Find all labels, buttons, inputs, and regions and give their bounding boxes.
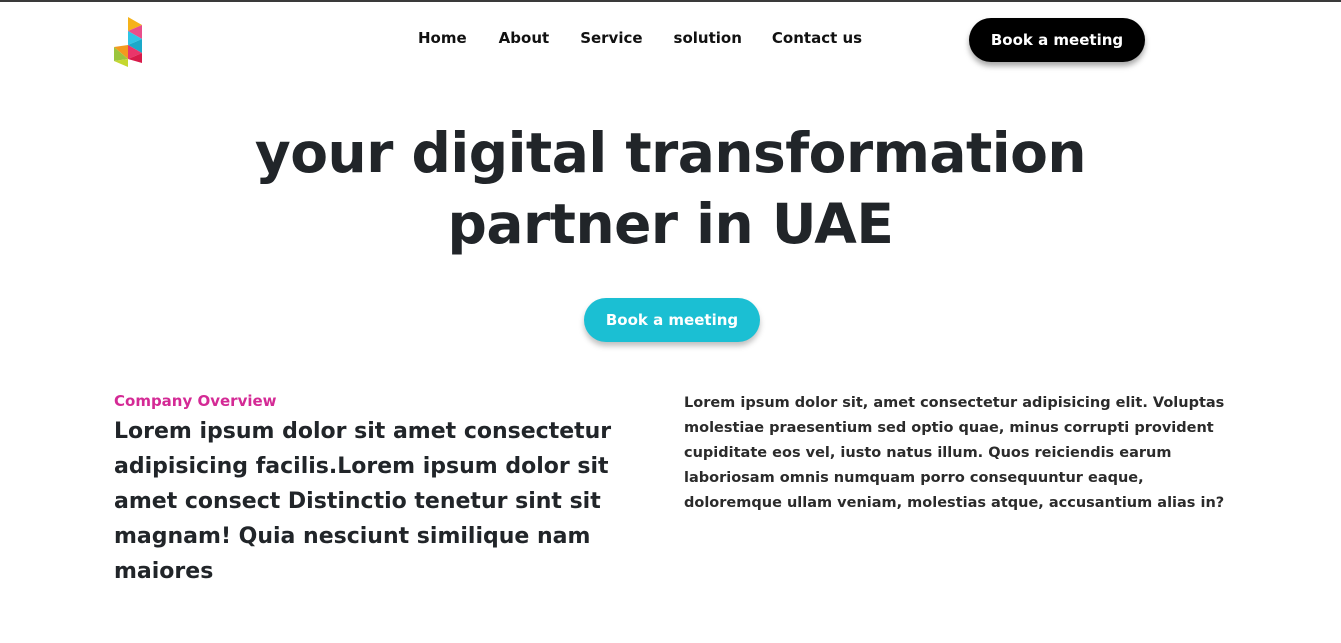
header-book-meeting-button[interactable]: Book a meeting: [969, 18, 1145, 62]
hero-book-meeting-button[interactable]: Book a meeting: [584, 298, 760, 342]
hero-title-line-1: your digital transformation: [254, 121, 1087, 185]
logo-icon: [114, 17, 142, 67]
nav-about[interactable]: About: [499, 28, 550, 48]
top-border: [0, 0, 1341, 2]
nav-service[interactable]: Service: [580, 28, 642, 48]
overview-lead-text: Lorem ipsum dolor sit amet consectetur a…: [114, 419, 612, 584]
hero-title: your digital transformation partner in U…: [170, 118, 1171, 260]
hero-title-line-2: partner in UAE: [447, 192, 894, 256]
section-eyebrow: Company Overview: [114, 392, 277, 410]
nav-solution[interactable]: solution: [674, 28, 742, 48]
main-nav: Home About Service solution Contact us: [418, 28, 862, 48]
brand-logo[interactable]: [113, 17, 143, 69]
overview-paragraph: Lorem ipsum dolor sit, amet consectetur …: [684, 395, 1225, 511]
nav-home[interactable]: Home: [418, 28, 467, 48]
nav-contact-us[interactable]: Contact us: [772, 28, 862, 48]
